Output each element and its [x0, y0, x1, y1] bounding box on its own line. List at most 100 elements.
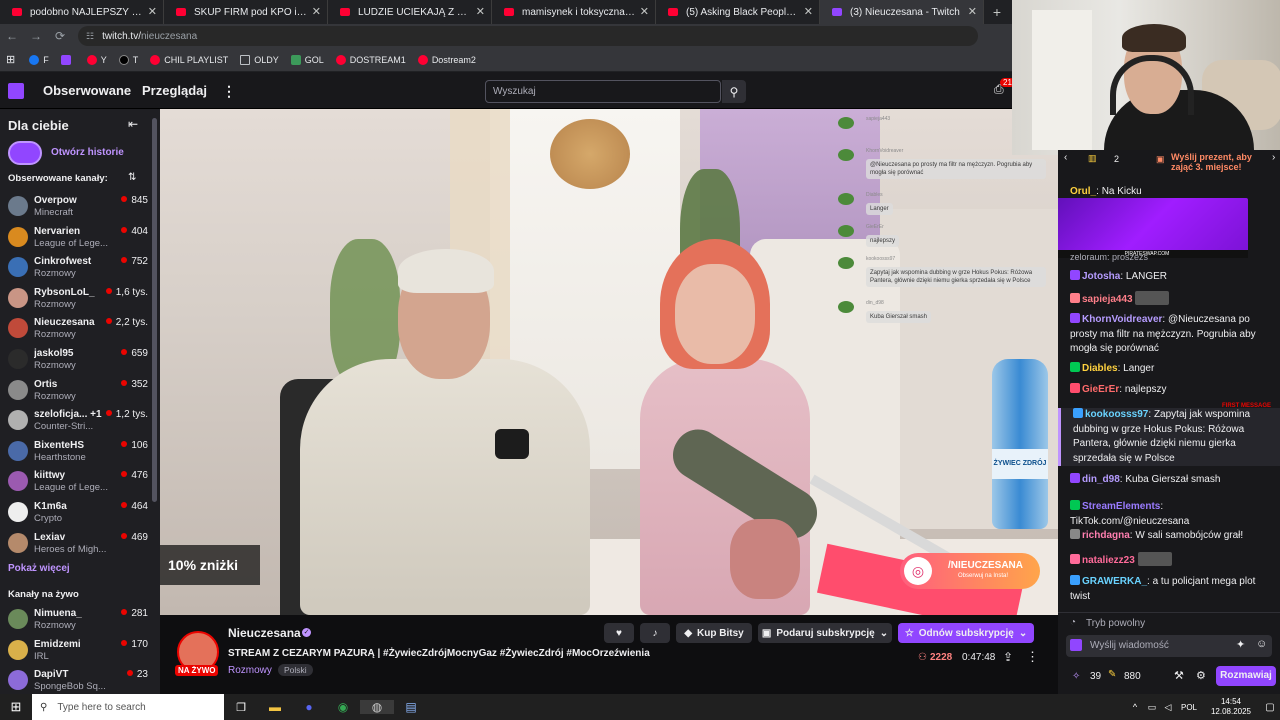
bookmark-twitch[interactable]: [60, 54, 75, 65]
ad-banner[interactable]: PIRATESWAP.COM: [1058, 198, 1248, 258]
bookmark-x[interactable]: T: [118, 54, 138, 65]
bookmark-dostream1[interactable]: DOSTREAM1: [335, 54, 406, 65]
language-tag[interactable]: Polski: [278, 664, 313, 676]
renew-sub-button[interactable]: ☆ Odnów subskrypcję ⌄: [898, 623, 1034, 643]
chat-username[interactable]: Jotosha: [1082, 271, 1120, 282]
sidebar-channel[interactable]: K1m6a Crypto 464: [8, 499, 148, 529]
nav-browse[interactable]: Przeglądaj: [142, 83, 207, 98]
category-link[interactable]: Rozmowy: [228, 665, 272, 676]
file-explorer-icon[interactable]: ▬: [258, 700, 292, 714]
chevron-left-icon[interactable]: ‹: [1064, 152, 1067, 163]
share-icon[interactable]: ⇪: [1003, 650, 1013, 664]
bookmark-facebook[interactable]: F: [29, 54, 49, 65]
channel-name[interactable]: Nieuczesana: [228, 626, 301, 640]
chat-username[interactable]: richdagna: [1082, 530, 1130, 541]
sidebar-channel[interactable]: Overpow Minecraft 845: [8, 193, 148, 223]
channel-points-icon[interactable]: ✧: [1072, 671, 1080, 682]
sidebar-channel[interactable]: jaskol95 Rozmowy 659: [8, 346, 148, 376]
sidebar-channel[interactable]: Nervarien League of Lege... 404: [8, 224, 148, 254]
bookmark-gol[interactable]: GOL: [290, 54, 324, 65]
sidebar-channel[interactable]: Nimuena_ Rozmowy 281: [8, 606, 148, 636]
video-player[interactable]: ŻYWIEC ZDRÓJ sapieja443 KhornVoidreaver @N…: [160, 109, 1058, 615]
chevron-right-icon[interactable]: ›: [1272, 152, 1275, 163]
chat-username[interactable]: din_d98: [1082, 474, 1120, 485]
close-icon[interactable]: ✕: [804, 5, 813, 18]
collapse-sidebar-icon[interactable]: ⇤: [128, 117, 138, 131]
settings-gear-icon[interactable]: ⚙: [1196, 669, 1206, 682]
sidebar-channel[interactable]: Ortis Rozmowy 352: [8, 377, 148, 407]
sort-icon[interactable]: ⇅: [128, 172, 136, 183]
gift-promo[interactable]: Wyślij prezent, aby zająć 3. miejsce!: [1171, 152, 1271, 172]
twitch-logo-icon[interactable]: [8, 83, 24, 99]
bits-cheer-icon[interactable]: ✦: [1236, 638, 1245, 651]
chat-tools-icon[interactable]: ⚒: [1174, 669, 1184, 682]
chat-badge-icon[interactable]: [1070, 639, 1082, 651]
bookmark-chil-playlist[interactable]: CHIL PLAYLIST: [150, 54, 228, 65]
sidebar-scrollbar[interactable]: [152, 118, 157, 502]
chat-username[interactable]: KhornVoidreaver: [1082, 314, 1162, 325]
chat-input[interactable]: Wyślij wiadomość ✦ ☺: [1066, 635, 1272, 657]
nav-following[interactable]: Obserwowane: [43, 83, 131, 98]
obs-icon[interactable]: ◍: [360, 700, 394, 714]
more-menu-icon[interactable]: ⋮: [222, 83, 236, 100]
sidebar-channel[interactable]: Lexiav Heroes of Migh... 469: [8, 530, 148, 560]
clock[interactable]: 14:54 12.08.2025: [1202, 697, 1260, 717]
close-icon[interactable]: ✕: [968, 5, 977, 18]
chat-username[interactable]: Diables: [1082, 363, 1118, 374]
sidebar-channel[interactable]: RybsonLoL_ Rozmowy 1,6 tys.: [8, 285, 148, 315]
bookmark-dostream2[interactable]: Dostream2: [417, 54, 476, 65]
browser-tab[interactable]: podobno NAJLEPSZY FAST FOOD✕: [0, 0, 164, 24]
reload-button[interactable]: ⟳: [48, 29, 72, 43]
search-input[interactable]: Wyszukaj: [485, 80, 721, 103]
discord-icon[interactable]: ●: [292, 700, 326, 714]
stories-avatar[interactable]: [8, 141, 42, 165]
windows-start-icon[interactable]: ⊞: [0, 699, 32, 715]
gift-sub-button[interactable]: ▣ Podaruj subskrypcję ⌄: [758, 623, 892, 643]
new-tab-button[interactable]: +: [984, 0, 1010, 24]
apps-icon[interactable]: ⊞: [6, 53, 15, 66]
chat-username[interactable]: sapieja443: [1082, 294, 1133, 305]
emote-icon[interactable]: ☺: [1256, 638, 1267, 650]
search-icon[interactable]: ⚲: [722, 80, 746, 103]
more-options-icon[interactable]: ⋮: [1026, 649, 1039, 665]
network-icon[interactable]: ▭: [1144, 702, 1160, 713]
close-icon[interactable]: ✕: [476, 5, 485, 18]
taskbar-search[interactable]: ⚲ Type here to search: [32, 694, 224, 720]
language-indicator[interactable]: POL: [1176, 703, 1202, 712]
chat-username[interactable]: GieErEr: [1082, 384, 1119, 395]
browser-tab[interactable]: (5) Asking Black People "Where✕: [656, 0, 820, 24]
sidebar-channel[interactable]: szeloficja... +1 Counter-Stri... 1,2 tys.: [8, 407, 148, 437]
sidebar-channel[interactable]: kiittwy League of Lege... 476: [8, 468, 148, 498]
volume-icon[interactable]: ◁: [1160, 702, 1176, 713]
close-icon[interactable]: ✕: [312, 5, 321, 18]
sidebar-channel[interactable]: Nieuczesana Rozmowy 2,2 tys.: [8, 315, 148, 345]
app-icon[interactable]: ▤: [394, 700, 428, 714]
browser-tab[interactable]: mamisynek i toksyczna teściowa✕: [492, 0, 656, 24]
tray-chevron-icon[interactable]: ^: [1126, 702, 1144, 712]
chat-username[interactable]: GRAWERKA_: [1082, 576, 1147, 587]
follow-heart-button[interactable]: ♥: [604, 623, 634, 643]
bookmark-folder-oldy[interactable]: OLDY: [240, 54, 279, 65]
close-icon[interactable]: ✕: [148, 5, 157, 18]
browser-tab[interactable]: SKUP FIRM pod KPO i „100% W✕: [164, 0, 328, 24]
show-more-link[interactable]: Pokaż więcej: [8, 563, 70, 574]
chrome-icon[interactable]: ◉: [326, 700, 360, 714]
chat-username[interactable]: nataliezz23: [1082, 555, 1135, 566]
chat-username[interactable]: StreamElements: [1082, 501, 1160, 512]
bookmark-youtube[interactable]: Y: [86, 54, 107, 65]
task-view-icon[interactable]: ❐: [224, 701, 258, 714]
open-stories-link[interactable]: Otwórz historie: [51, 147, 124, 158]
sidebar-channel[interactable]: Emidzemi IRL 170: [8, 637, 148, 667]
sidebar-channel[interactable]: DapiVT SpongeBob Sq... 23: [8, 667, 148, 694]
site-info-icon[interactable]: ☷: [86, 31, 94, 42]
notifications-button[interactable]: ♪: [640, 623, 670, 643]
chat-send-button[interactable]: Rozmawiaj: [1216, 666, 1276, 686]
back-button[interactable]: ←: [0, 29, 24, 43]
sidebar-channel[interactable]: Cinkrofwest Rozmowy 752: [8, 254, 148, 284]
url-bar[interactable]: ☷ twitch.tv/nieuczesana: [78, 26, 978, 46]
forward-button[interactable]: →: [24, 29, 48, 43]
chat-username[interactable]: kookoosss97: [1085, 409, 1148, 420]
close-icon[interactable]: ✕: [640, 5, 649, 18]
browser-tab-active[interactable]: (3) Nieuczesana - Twitch ✕: [820, 0, 984, 24]
notification-center-icon[interactable]: ▢: [1260, 702, 1280, 713]
